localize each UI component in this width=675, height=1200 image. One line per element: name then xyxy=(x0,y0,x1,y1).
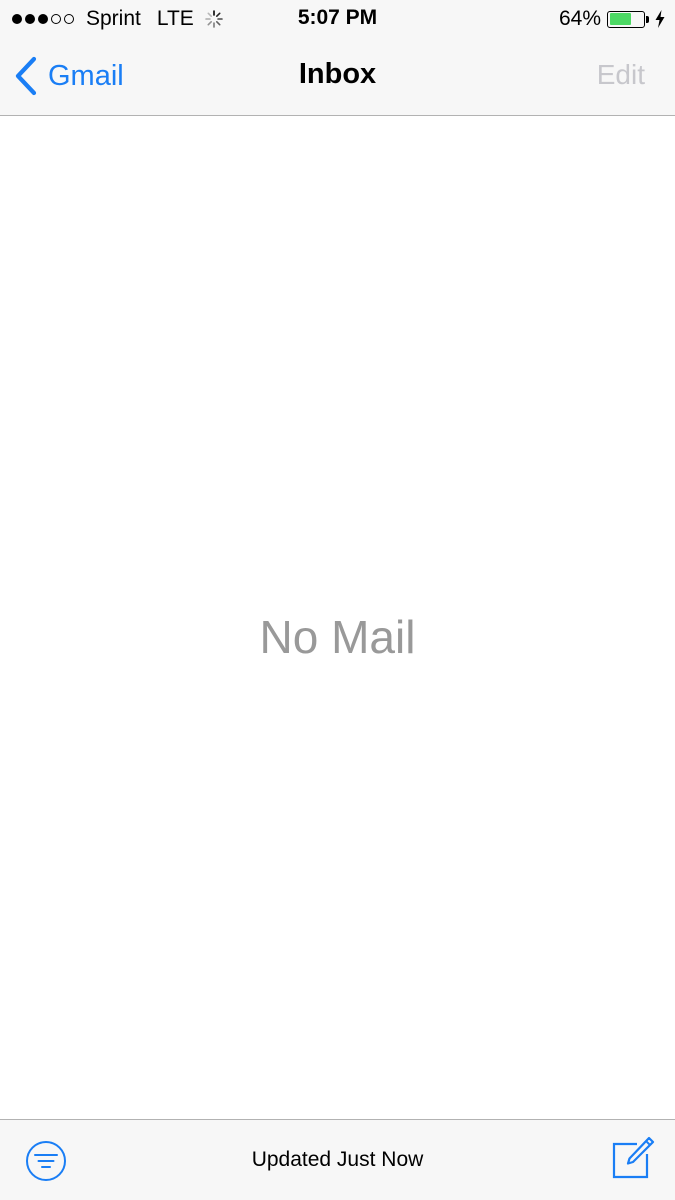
empty-state-message: No Mail xyxy=(259,611,416,663)
update-status: Updated Just Now xyxy=(251,1148,424,1171)
page-title: Inbox xyxy=(298,58,377,90)
status-bar: Sprint LTE 5:07 PM 64% xyxy=(0,0,675,38)
battery-nub xyxy=(646,15,649,23)
battery-percentage: 64% xyxy=(558,7,601,30)
mail-inbox-screen: Sprint LTE 5:07 PM 64% Gmail Inbox Edit … xyxy=(0,0,675,1200)
charging-bolt-icon xyxy=(655,10,665,28)
edit-button[interactable]: Edit xyxy=(597,59,645,91)
bottom-toolbar: Updated Just Now xyxy=(0,1119,675,1200)
status-right: 64% xyxy=(559,6,665,32)
compose-icon[interactable] xyxy=(611,1136,655,1180)
message-list[interactable]: No Mail xyxy=(0,116,675,1119)
battery-level-fill xyxy=(609,13,631,25)
battery-icon xyxy=(607,10,645,28)
navigation-bar: Gmail Inbox Edit xyxy=(0,38,675,116)
